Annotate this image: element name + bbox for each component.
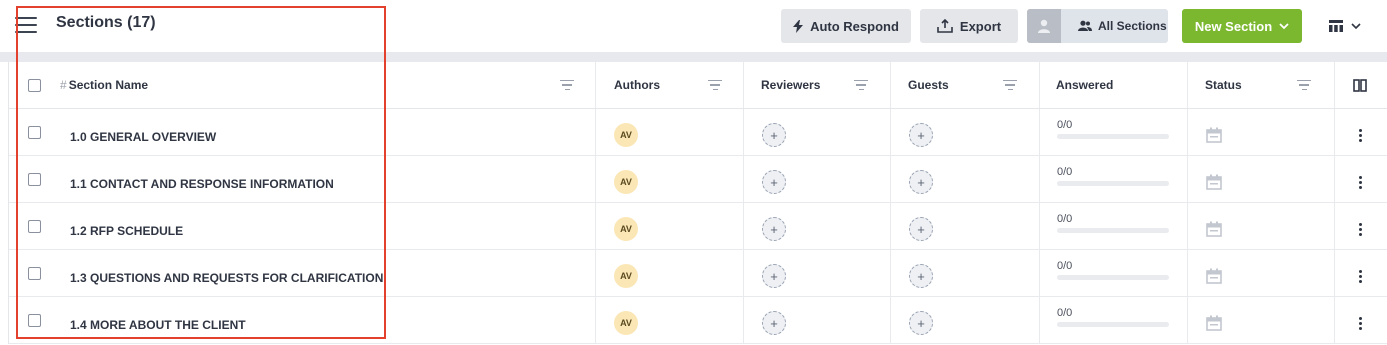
hash-label: # (60, 78, 67, 92)
calendar-icon[interactable] (1206, 206, 1222, 252)
row-checkbox[interactable] (28, 109, 41, 155)
filter-icon[interactable] (1297, 62, 1311, 108)
answered-count: 0/0 (1057, 213, 1073, 225)
progress-bar (1057, 134, 1169, 139)
table-view-toggle[interactable] (1328, 17, 1372, 35)
table-header-row: # Section Name Authors Reviewers Guests … (9, 62, 1387, 109)
new-section-button[interactable]: New Section (1182, 9, 1302, 43)
column-header-section-name[interactable]: # Section Name (60, 62, 148, 108)
answered-count: 0/0 (1057, 260, 1073, 272)
calendar-icon[interactable] (1206, 253, 1222, 299)
lightning-icon (793, 19, 804, 33)
answered-progress: 0/0 (1057, 297, 1169, 343)
table-view-icon (1329, 20, 1343, 32)
kebab-icon[interactable] (1359, 300, 1362, 345)
add-reviewer-button[interactable]: + (762, 300, 786, 345)
row-checkbox[interactable] (28, 297, 41, 343)
add-reviewer-button[interactable]: + (762, 253, 786, 299)
divider-band (0, 52, 1387, 62)
auto-respond-label: Auto Respond (810, 18, 899, 34)
page-header: Sections (17) Auto Respond Export All Se… (0, 0, 1387, 52)
filter-icon[interactable] (1003, 62, 1017, 108)
column-header-authors[interactable]: Authors (614, 62, 660, 108)
progress-bar (1057, 228, 1169, 233)
add-guest-button[interactable]: + (909, 112, 933, 158)
answered-progress: 0/0 (1057, 203, 1169, 249)
calendar-icon[interactable] (1206, 159, 1222, 205)
calendar-icon[interactable] (1206, 112, 1222, 158)
table-row[interactable]: 1.1 CONTACT AND RESPONSE INFORMATION AV … (9, 156, 1387, 203)
table-row[interactable]: 1.3 QUESTIONS AND REQUESTS FOR CLARIFICA… (9, 250, 1387, 297)
filter-icon[interactable] (708, 62, 722, 108)
column-header-answered[interactable]: Answered (1056, 62, 1113, 108)
section-name[interactable]: 1.2 RFP SCHEDULE (70, 208, 183, 254)
user-avatar-icon (1027, 9, 1061, 43)
filter-icon[interactable] (854, 62, 868, 108)
table-row[interactable]: 1.0 GENERAL OVERVIEW AV + + 0/0 (9, 109, 1387, 156)
kebab-icon[interactable] (1359, 159, 1362, 205)
answered-progress: 0/0 (1057, 250, 1169, 296)
author-avatar[interactable]: AV (614, 206, 638, 252)
section-name[interactable]: 1.3 QUESTIONS AND REQUESTS FOR CLARIFICA… (70, 255, 383, 301)
export-button[interactable]: Export (920, 9, 1018, 43)
add-reviewer-button[interactable]: + (762, 159, 786, 205)
progress-bar (1057, 275, 1169, 280)
add-reviewer-button[interactable]: + (762, 112, 786, 158)
kebab-icon[interactable] (1359, 253, 1362, 299)
table-body: 1.0 GENERAL OVERVIEW AV + + 0/0 1.1 CONT… (9, 109, 1387, 344)
add-guest-button[interactable]: + (909, 300, 933, 345)
add-reviewer-button[interactable]: + (762, 206, 786, 252)
table-row[interactable]: 1.2 RFP SCHEDULE AV + + 0/0 (9, 203, 1387, 250)
answered-progress: 0/0 (1057, 109, 1169, 155)
add-guest-button[interactable]: + (909, 159, 933, 205)
author-avatar[interactable]: AV (614, 112, 638, 158)
answered-progress: 0/0 (1057, 156, 1169, 202)
kebab-icon[interactable] (1359, 112, 1362, 158)
column-header-status[interactable]: Status (1205, 62, 1242, 108)
author-avatar[interactable]: AV (614, 253, 638, 299)
row-checkbox[interactable] (28, 250, 41, 296)
all-sections-button[interactable]: All Sections (1027, 9, 1168, 43)
column-header-guests[interactable]: Guests (908, 62, 949, 108)
add-guest-button[interactable]: + (909, 253, 933, 299)
author-avatar[interactable]: AV (614, 300, 638, 345)
sections-table: # Section Name Authors Reviewers Guests … (8, 62, 1387, 344)
all-sections-label: All Sections (1098, 19, 1167, 33)
chevron-down-icon (1351, 22, 1361, 29)
auto-respond-button[interactable]: Auto Respond (781, 9, 911, 43)
progress-bar (1057, 181, 1169, 186)
select-all-checkbox[interactable] (28, 62, 41, 108)
column-header-reviewers[interactable]: Reviewers (761, 62, 820, 108)
section-name[interactable]: 1.4 MORE ABOUT THE CLIENT (70, 302, 246, 345)
calendar-icon[interactable] (1206, 300, 1222, 345)
filter-icon[interactable] (560, 62, 574, 108)
export-label: Export (959, 18, 1002, 34)
row-checkbox[interactable] (28, 203, 41, 249)
users-icon (1078, 20, 1092, 31)
kebab-icon[interactable] (1359, 206, 1362, 252)
table-row[interactable]: 1.4 MORE ABOUT THE CLIENT AV + + 0/0 (9, 297, 1387, 344)
section-name[interactable]: 1.1 CONTACT AND RESPONSE INFORMATION (70, 161, 334, 207)
section-name-header-label: Section Name (68, 78, 149, 92)
section-name[interactable]: 1.0 GENERAL OVERVIEW (70, 114, 216, 160)
chevron-down-icon (1279, 22, 1289, 29)
row-checkbox[interactable] (28, 156, 41, 202)
progress-bar (1057, 322, 1169, 327)
columns-icon[interactable] (1353, 62, 1367, 108)
answered-count: 0/0 (1057, 307, 1073, 319)
page-title: Sections (17) (56, 14, 156, 31)
upload-icon (937, 19, 953, 33)
add-guest-button[interactable]: + (909, 206, 933, 252)
answered-count: 0/0 (1057, 119, 1073, 131)
author-avatar[interactable]: AV (614, 159, 638, 205)
new-section-label: New Section (1194, 18, 1273, 34)
hamburger-icon[interactable] (15, 17, 37, 33)
answered-count: 0/0 (1057, 166, 1073, 178)
